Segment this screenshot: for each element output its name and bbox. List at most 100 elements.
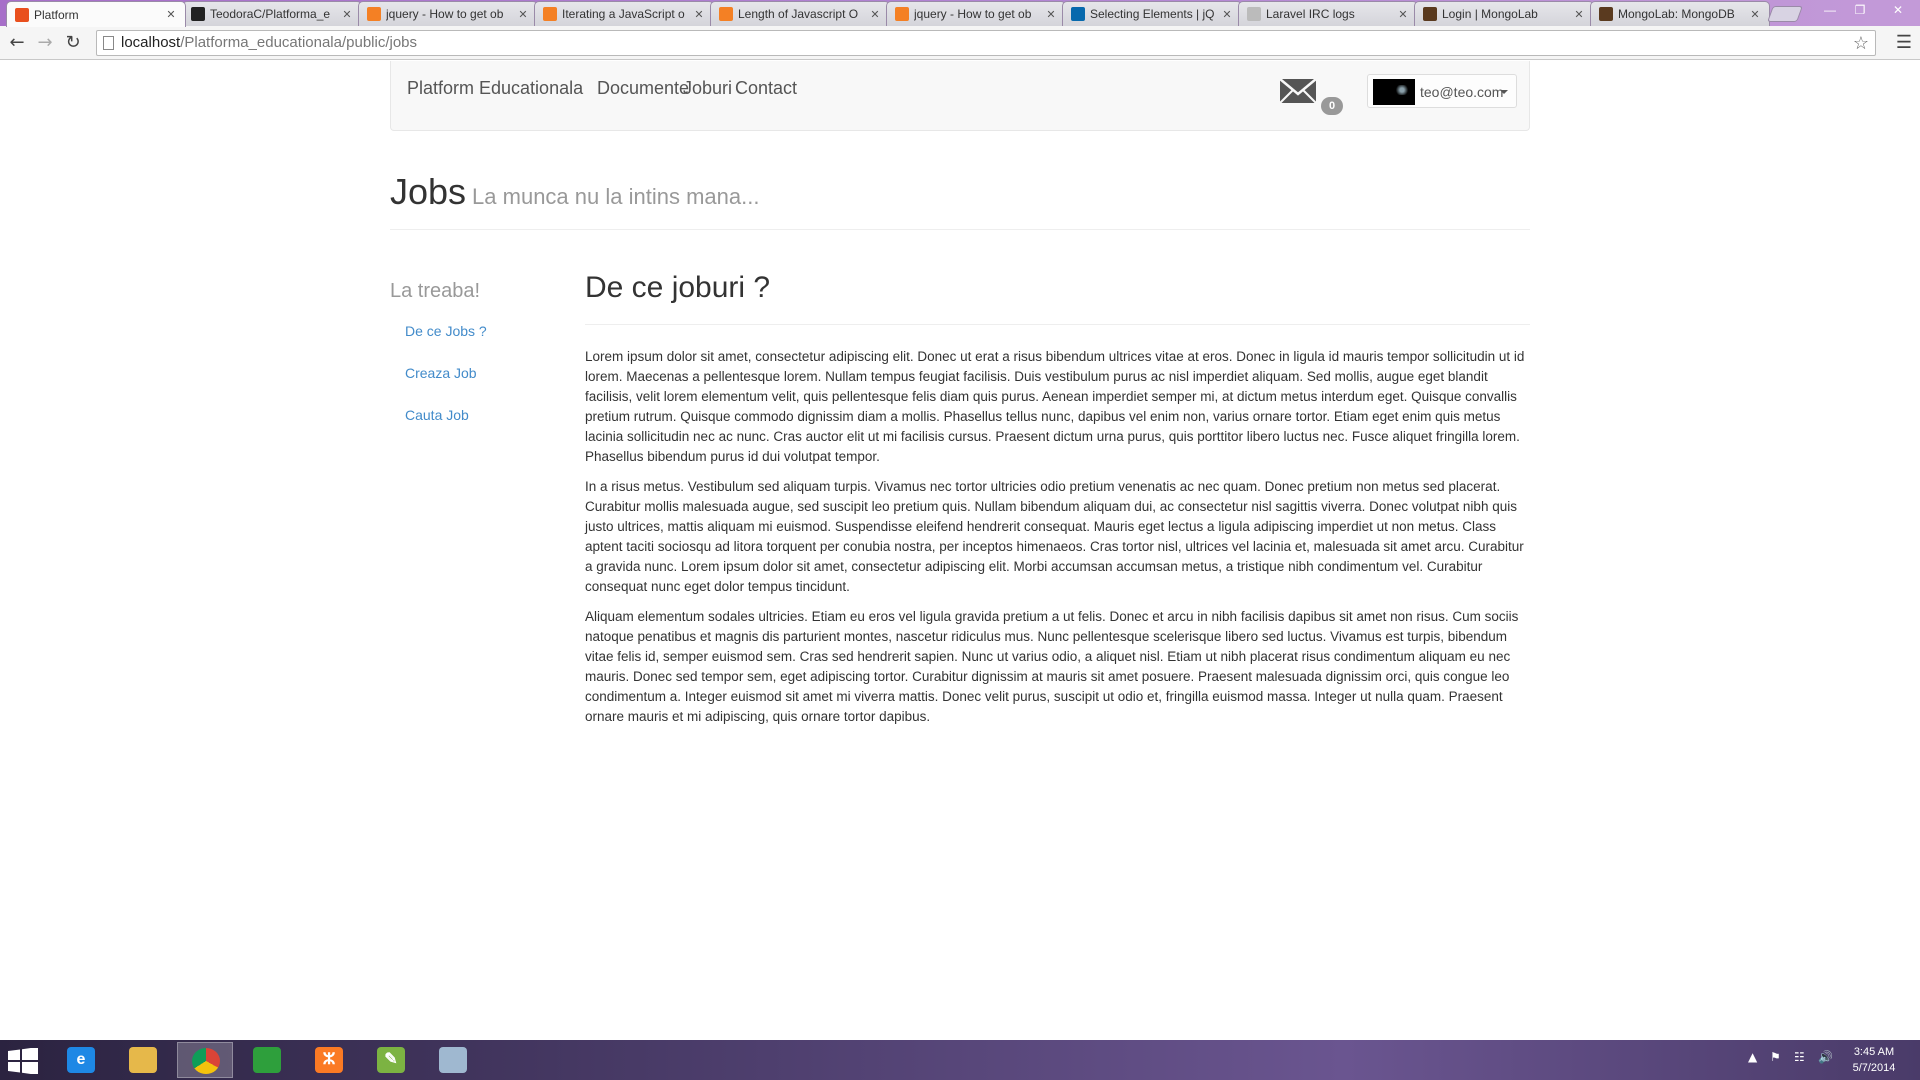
taskbar-chrome[interactable] (177, 1042, 233, 1078)
user-email: teo@teo.com (1420, 84, 1504, 100)
file-explorer-icon (129, 1047, 157, 1073)
network-icon[interactable]: ☷ (1794, 1050, 1805, 1070)
internet-explorer-icon: e (67, 1047, 95, 1073)
content-heading: De ce joburi ? (585, 270, 1530, 325)
restore-button[interactable]: ❐ (1846, 0, 1874, 20)
new-tab-button[interactable] (1767, 6, 1803, 22)
close-window-button[interactable]: ✕ (1878, 0, 1918, 20)
tab-close-icon[interactable]: ✕ (1219, 8, 1235, 21)
minimize-button[interactable]: — (1816, 0, 1844, 20)
browser-tab[interactable]: MongoLab: MongoDB ✕ (1590, 1, 1770, 26)
browser-tab-strip: Platform ✕ TeodoraC/Platforma_e ✕ jquery - H… (0, 0, 1920, 27)
tab-title: Iterating a JavaScript o (562, 7, 685, 21)
back-button[interactable]: ← (6, 32, 28, 54)
github-favicon (191, 7, 205, 21)
tab-close-icon[interactable]: ✕ (1747, 8, 1763, 21)
nav-link-documente[interactable]: Documente (597, 78, 689, 99)
content-paragraph: In a risus metus. Vestibulum sed aliquam… (585, 479, 1524, 594)
page-title-text: Jobs (390, 171, 467, 212)
taskbar-internet-explorer[interactable]: e (53, 1042, 109, 1078)
page-title: Jobs La munca nu la intins mana... (390, 170, 1530, 219)
windows-start-icon[interactable] (8, 1048, 38, 1074)
paint-icon (439, 1047, 467, 1073)
site-navbar: Platform Educationala Documente Joburi C… (390, 61, 1530, 131)
content-paragraph: Lorem ipsum dolor sit amet, consectetur … (585, 349, 1525, 464)
stackoverflow-favicon (543, 7, 557, 21)
browser-toolbar: ← → ↻ localhost/Platforma_educationala/p… (0, 26, 1920, 60)
tab-title: TeodoraC/Platforma_e (210, 7, 331, 21)
sidebar-title: La treaba! (390, 280, 481, 302)
tab-title: Laravel IRC logs (1266, 7, 1355, 21)
xampp-icon: ⵣ (315, 1047, 343, 1073)
page-header: Jobs La munca nu la intins mana... (390, 170, 1530, 230)
reload-button[interactable]: ↻ (62, 32, 84, 54)
browser-tab[interactable]: Selecting Elements | jQ ✕ (1062, 1, 1242, 26)
tab-title: jquery - How to get ob (386, 7, 504, 21)
main-content: De ce joburi ? Lorem ipsum dolor sit ame… (585, 270, 1530, 737)
windows-taskbar: e ⵣ ✎ ▲ ⚑ ☷ 🔊 3:45 AM 5/7/2014 (0, 1040, 1920, 1080)
taskbar-store[interactable] (239, 1042, 295, 1078)
tab-close-icon[interactable]: ✕ (691, 8, 707, 21)
stackoverflow-favicon (895, 7, 909, 21)
tab-close-icon[interactable]: ✕ (1571, 8, 1587, 21)
chrome-icon (192, 1048, 220, 1074)
browser-tab[interactable]: Platform ✕ (6, 1, 186, 27)
page-subtitle: La munca nu la intins mana... (472, 184, 760, 209)
sidebar-item-creaza-job[interactable]: Creaza Job (390, 365, 550, 407)
url-host: localhost (121, 34, 181, 51)
store-icon (253, 1047, 281, 1073)
caret-down-icon (1500, 90, 1508, 94)
volume-icon[interactable]: 🔊 (1818, 1050, 1833, 1070)
mail-icon[interactable] (1279, 77, 1317, 105)
clock[interactable]: 3:45 AM 5/7/2014 (1844, 1044, 1904, 1076)
tab-title: jquery - How to get ob (914, 7, 1032, 21)
tray-expand-icon[interactable]: ▲ (1748, 1050, 1757, 1070)
browser-menu-icon[interactable]: ☰ (1896, 32, 1912, 53)
browser-tab[interactable]: TeodoraC/Platforma_e ✕ (182, 1, 362, 26)
sidebar: La treaba! De ce Jobs ? Creaza Job Cauta… (390, 280, 550, 449)
tab-close-icon[interactable]: ✕ (1043, 8, 1059, 21)
tab-title: MongoLab: MongoDB (1618, 7, 1735, 21)
tab-close-icon[interactable]: ✕ (867, 8, 883, 21)
tab-close-icon[interactable]: ✕ (1395, 8, 1411, 21)
taskbar-notepad-plus-plus[interactable]: ✎ (363, 1042, 419, 1078)
taskbar-file-explorer[interactable] (115, 1042, 171, 1078)
mongolab-favicon (1423, 7, 1437, 21)
mail-count-badge: 0 (1321, 97, 1343, 115)
sidebar-item-de-ce-jobs[interactable]: De ce Jobs ? (390, 323, 550, 365)
tab-close-icon[interactable]: ✕ (339, 8, 355, 21)
user-dropdown[interactable]: teo@teo.com (1367, 74, 1517, 108)
tab-title: Selecting Elements | jQ (1090, 7, 1215, 21)
tab-title: Platform (34, 7, 79, 22)
clock-time: 3:45 AM (1853, 1046, 1895, 1058)
sidebar-item-cauta-job[interactable]: Cauta Job (390, 407, 550, 449)
browser-tab[interactable]: jquery - How to get ob ✕ (886, 1, 1066, 26)
tab-close-icon[interactable]: ✕ (515, 8, 531, 21)
navbar-brand[interactable]: Platform Educationala (407, 78, 583, 99)
page-icon (103, 36, 114, 50)
clock-date: 5/7/2014 (1852, 1062, 1896, 1074)
jquery-favicon (1071, 7, 1085, 21)
browser-tab[interactable]: Length of Javascript O ✕ (710, 1, 890, 26)
tab-close-icon[interactable]: ✕ (163, 8, 179, 21)
tab-title: Login | MongoLab (1442, 7, 1538, 21)
forward-button[interactable]: → (34, 32, 56, 54)
avatar (1373, 79, 1415, 105)
address-bar[interactable]: localhost/Platforma_educationala/public/… (96, 30, 1876, 56)
platform-favicon (15, 7, 29, 22)
stackoverflow-favicon (719, 7, 733, 21)
taskbar-paint[interactable] (425, 1042, 481, 1078)
browser-tab[interactable]: Login | MongoLab ✕ (1414, 1, 1594, 26)
nav-link-contact[interactable]: Contact (735, 78, 797, 99)
taskbar-xampp[interactable]: ⵣ (301, 1042, 357, 1078)
browser-tab[interactable]: Laravel IRC logs ✕ (1238, 1, 1418, 26)
bookmark-star-icon[interactable]: ☆ (1853, 31, 1869, 55)
content-paragraph: Aliquam elementum sodales ultricies. Eti… (585, 609, 1519, 724)
mongolab-favicon (1599, 7, 1613, 21)
browser-tab[interactable]: Iterating a JavaScript o ✕ (534, 1, 714, 26)
stackoverflow-favicon (367, 7, 381, 21)
browser-tab[interactable]: jquery - How to get ob ✕ (358, 1, 538, 26)
flag-icon[interactable]: ⚑ (1770, 1050, 1781, 1070)
nav-link-joburi[interactable]: Joburi (683, 78, 732, 99)
document-favicon (1247, 7, 1261, 21)
